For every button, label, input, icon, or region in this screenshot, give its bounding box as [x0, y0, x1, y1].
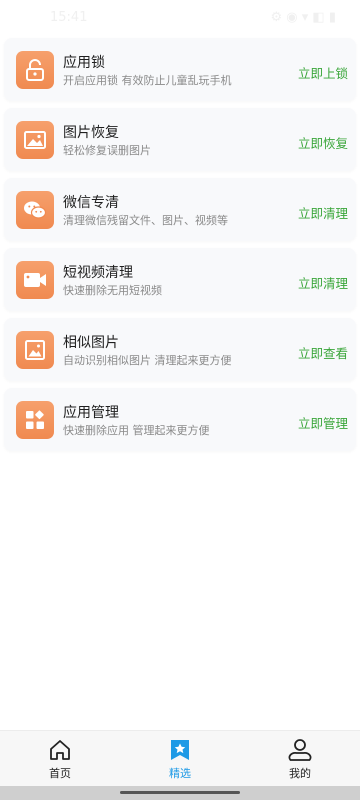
feature-title: 应用锁: [63, 55, 105, 71]
feature-desc: 清理微信残留文件、图片、视频等: [63, 214, 228, 227]
feature-desc: 开启应用锁 有效防止儿童乱玩手机: [63, 74, 232, 87]
feature-title: 应用管理: [63, 405, 119, 421]
similar-image-icon: [16, 331, 54, 369]
feature-desc: 快速删除无用短视频: [63, 284, 162, 297]
feature-card-image-recovery[interactable]: 图片恢复 轻松修复误删图片 立即恢复: [4, 108, 356, 171]
lock-open-icon: [16, 51, 54, 89]
tab-featured-label: 精选: [169, 767, 191, 780]
status-icons: ⚙ ◉ ▾ ◧ ▮: [270, 10, 337, 25]
tab-mine-label: 我的: [289, 767, 311, 780]
home-icon: [48, 738, 72, 762]
bookmark-star-icon: [168, 738, 192, 762]
lock-now-button[interactable]: 立即上锁: [298, 63, 348, 82]
feature-card-wechat-clean[interactable]: 微信专清 清理微信残留文件、图片、视频等 立即清理: [4, 178, 356, 241]
wechat-icon: [16, 191, 54, 229]
tab-mine[interactable]: 我的: [240, 731, 360, 787]
feature-title: 短视频清理: [63, 265, 133, 281]
image-icon: [16, 121, 54, 159]
tab-featured[interactable]: 精选: [120, 731, 240, 787]
clean-now-button[interactable]: 立即清理: [298, 203, 348, 222]
status-bar: 15:41 ⚙ ◉ ▾ ◧ ▮: [0, 0, 360, 34]
feature-list: 应用锁 开启应用锁 有效防止儿童乱玩手机 立即上锁 图片恢复 轻松修复误删图片 …: [4, 38, 356, 458]
user-icon: [288, 738, 312, 762]
feature-title: 图片恢复: [63, 125, 119, 141]
system-navigation-bar: [0, 786, 360, 800]
manage-now-button[interactable]: 立即管理: [298, 413, 348, 432]
tab-home[interactable]: 首页: [0, 731, 120, 787]
feature-desc: 轻松修复误删图片: [63, 144, 151, 157]
feature-desc: 自动识别相似图片 清理起来更方便: [63, 354, 232, 367]
feature-title: 相似图片: [63, 335, 119, 351]
feature-card-app-management[interactable]: 应用管理 快速删除应用 管理起来更方便 立即管理: [4, 388, 356, 451]
feature-desc: 快速删除应用 管理起来更方便: [63, 424, 210, 437]
home-gesture-handle[interactable]: [120, 791, 240, 794]
feature-card-similar-images[interactable]: 相似图片 自动识别相似图片 清理起来更方便 立即查看: [4, 318, 356, 381]
recover-now-button[interactable]: 立即恢复: [298, 133, 348, 152]
video-camera-icon: [16, 261, 54, 299]
apps-grid-icon: [16, 401, 54, 439]
view-now-button[interactable]: 立即查看: [298, 343, 348, 362]
bottom-tab-bar: 首页 精选 我的: [0, 730, 360, 786]
feature-card-app-lock[interactable]: 应用锁 开启应用锁 有效防止儿童乱玩手机 立即上锁: [4, 38, 356, 101]
status-time: 15:41: [50, 10, 88, 25]
tab-home-label: 首页: [49, 767, 71, 780]
feature-card-short-video-clean[interactable]: 短视频清理 快速删除无用短视频 立即清理: [4, 248, 356, 311]
clean-now-button[interactable]: 立即清理: [298, 273, 348, 292]
feature-title: 微信专清: [63, 195, 119, 211]
